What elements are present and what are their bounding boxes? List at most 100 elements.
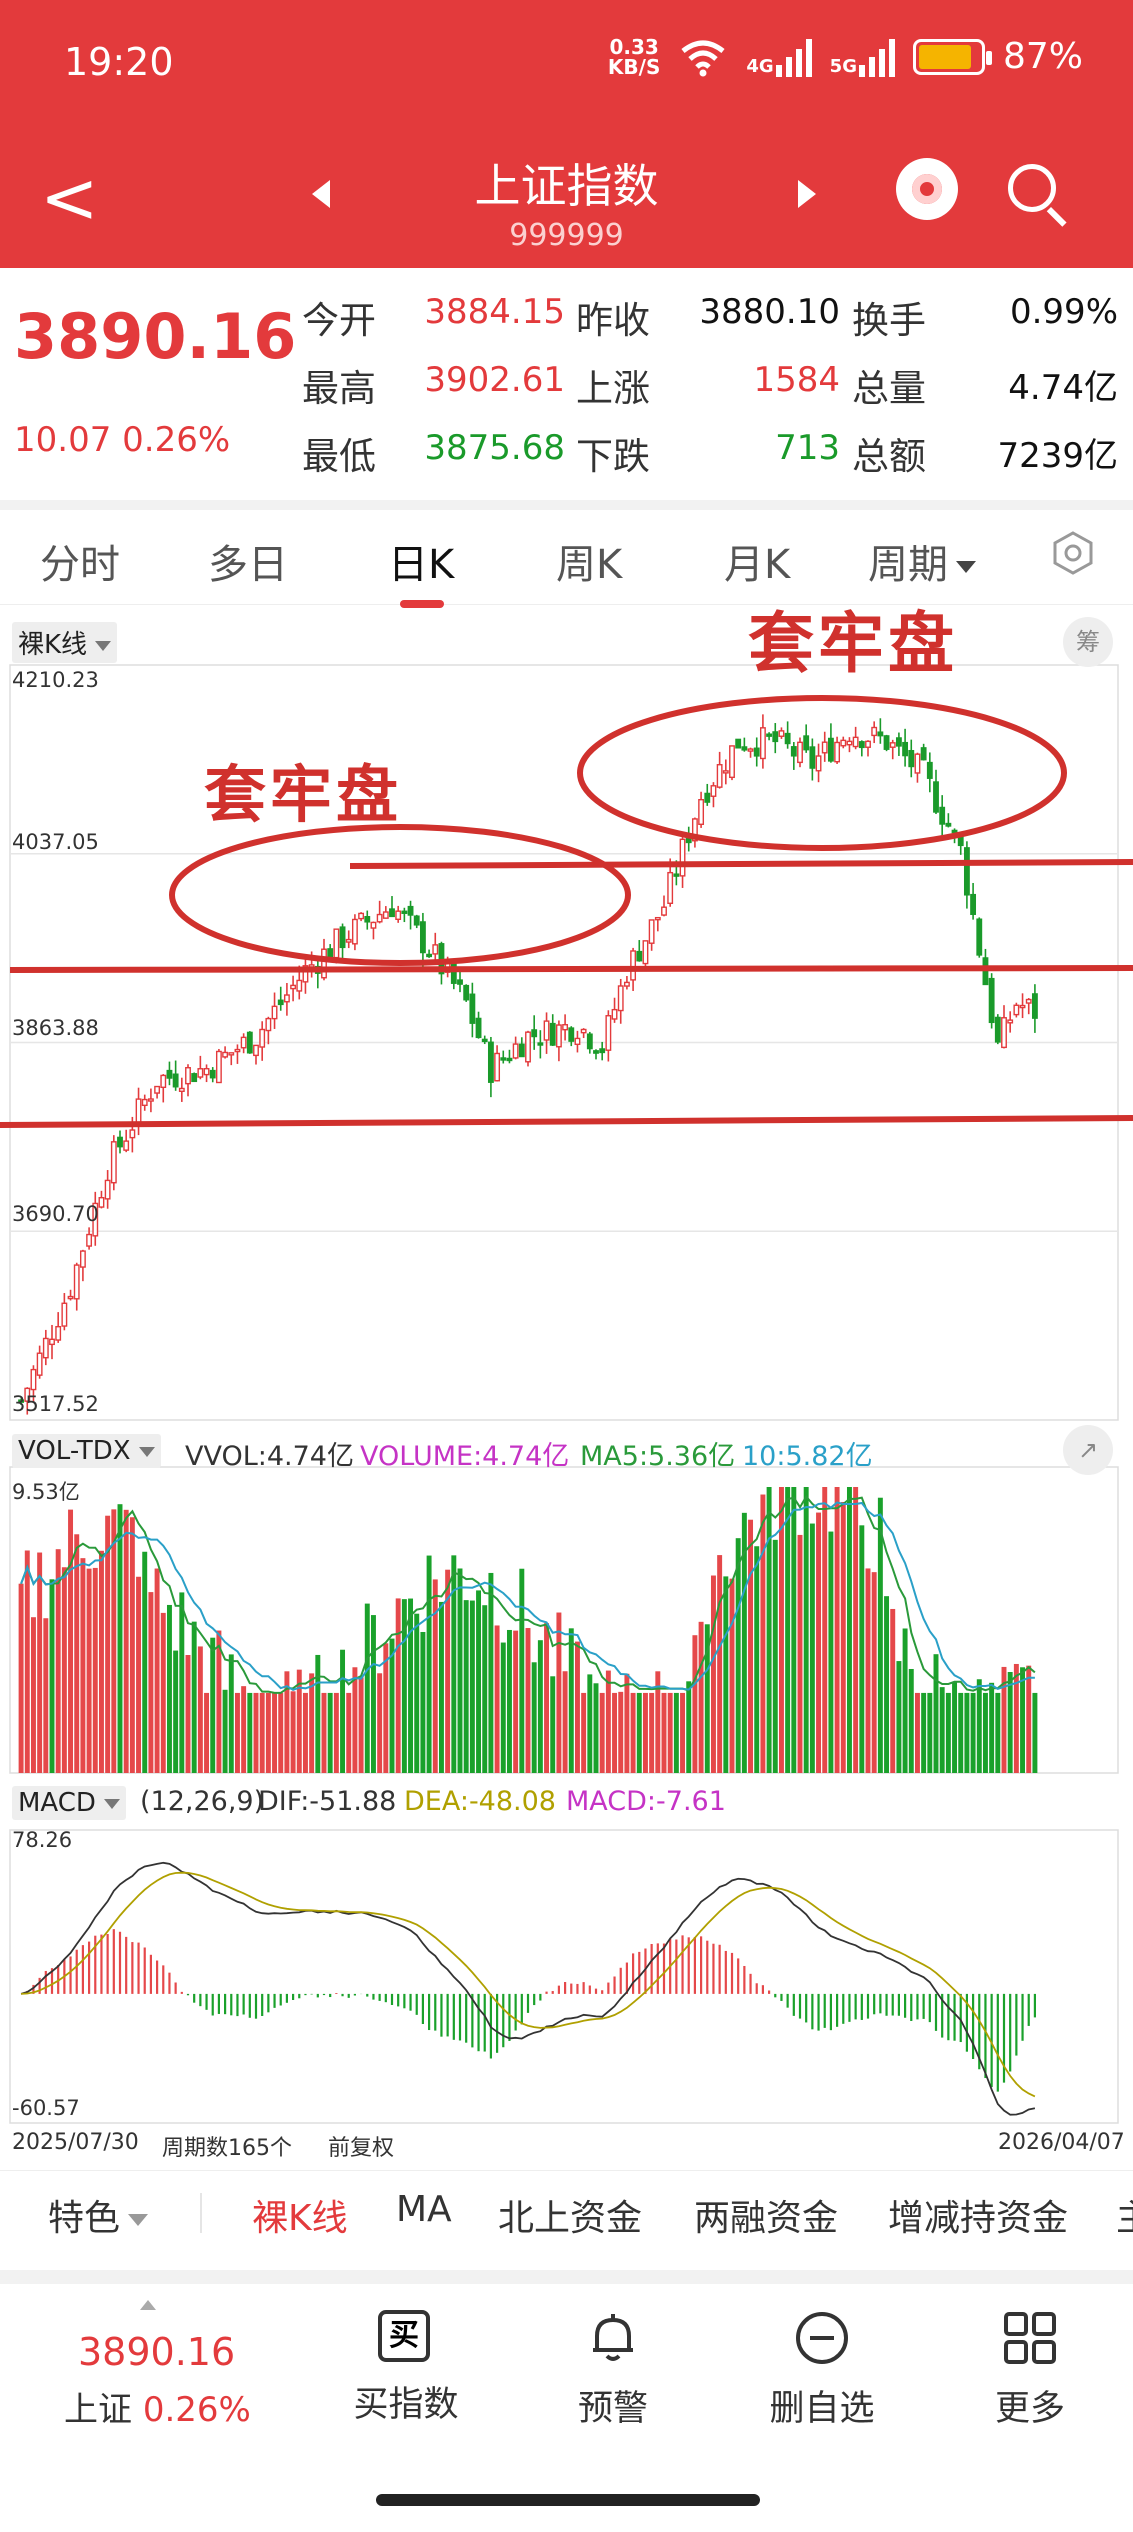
remove-watchlist-button[interactable]: 删自选 (752, 2310, 892, 2431)
volume-bar (822, 1487, 828, 1773)
wifi-icon (681, 40, 725, 76)
volume-bar (698, 1621, 704, 1773)
volume-bar (686, 1681, 692, 1773)
candle-body (246, 1031, 253, 1054)
volume-bar (191, 1621, 197, 1773)
home-indicator[interactable] (376, 2494, 760, 2506)
volume-bar (680, 1692, 686, 1773)
volume-indicator-dropdown[interactable]: VOL-TDX (12, 1434, 161, 1468)
ma5-value: MA5:5.36亿 (580, 1441, 736, 1472)
kline-mode-dropdown[interactable]: 裸K线 (12, 622, 118, 663)
settings-icon[interactable] (1050, 530, 1096, 576)
y-tick-4: 3690.70 (12, 1202, 99, 1226)
volume-bar (340, 1649, 346, 1773)
candle-body (1007, 1019, 1014, 1024)
resistance-line-top (349, 859, 1133, 869)
volume-bar (80, 1558, 86, 1773)
candle-body (871, 726, 878, 737)
candle-body (277, 999, 284, 1006)
candle-body (654, 916, 661, 921)
volume-bar (605, 1670, 611, 1773)
macd-indicator-dropdown[interactable]: MACD (12, 1786, 126, 1820)
volume-bar (290, 1691, 296, 1773)
volume-bar (457, 1568, 463, 1773)
volume-bar (636, 1692, 642, 1773)
volume-bar (865, 1568, 871, 1773)
tab-daily-k[interactable]: 日K (388, 532, 454, 590)
quote-value: 3902.61 (424, 360, 565, 400)
search-icon[interactable] (1008, 164, 1056, 212)
tab-weekly-k[interactable]: 周K (556, 532, 622, 590)
candle-body (110, 1141, 117, 1184)
buy-index-button[interactable]: 买 买指数 (336, 2310, 476, 2427)
assistant-robot-icon[interactable] (896, 158, 958, 220)
alert-button[interactable]: 预警 (543, 2310, 683, 2431)
bottom-index[interactable]: 上证 0.26% (64, 2382, 251, 2431)
volume-bar (500, 1642, 506, 1773)
candle-body (722, 770, 729, 774)
volume-bar (1026, 1665, 1032, 1773)
kline-chart[interactable] (0, 605, 1133, 2165)
tab-feature[interactable]: 特色 (48, 2189, 149, 2241)
tab-margin[interactable]: 两融资金 (694, 2189, 838, 2241)
expand-icon[interactable]: ↗ (1063, 1425, 1113, 1475)
tab-multiday[interactable]: 多日 (208, 532, 288, 590)
chip-distribution-button[interactable]: 筹 (1063, 617, 1113, 667)
volume-bar (692, 1635, 698, 1773)
volume-bar (377, 1673, 383, 1773)
candle-body (203, 1068, 210, 1076)
candle-body (858, 741, 865, 749)
more-button[interactable]: 更多 (960, 2310, 1100, 2431)
chevron-down-icon (128, 2214, 149, 2226)
volume-bar (327, 1692, 333, 1773)
expand-up-icon[interactable] (140, 2300, 156, 2310)
feature-tabs: 特色 裸K线 MA 北上资金 两融资金 增减持资金 主 (0, 2170, 1133, 2250)
tab-northbound[interactable]: 北上资金 (498, 2189, 642, 2241)
tab-holdings-change[interactable]: 增减持资金 (888, 2189, 1068, 2241)
candle-body (593, 1050, 599, 1054)
candle-body (988, 977, 995, 1024)
volume-bar (160, 1612, 166, 1773)
candle-body (790, 746, 797, 757)
candle-body (419, 921, 426, 954)
volume-bar (618, 1691, 624, 1773)
quote-value: 1584 (753, 360, 840, 400)
candle-body (364, 916, 371, 923)
volume-bar (871, 1572, 877, 1773)
next-stock-icon[interactable] (798, 180, 816, 208)
volume-bar (395, 1598, 401, 1773)
candle-body (531, 1029, 538, 1038)
candle-body (605, 1015, 612, 1051)
candle-body (487, 1041, 494, 1083)
volume-bar (43, 1618, 49, 1773)
volume-bar (408, 1598, 414, 1773)
candle-body (889, 742, 896, 748)
grid-icon (1004, 2312, 1056, 2364)
candle-body (283, 994, 290, 1003)
period-tabs: 分时 多日 日K 周K 月K 周期 (0, 500, 1133, 608)
candle-body (957, 836, 964, 847)
volume-bar (476, 1590, 482, 1773)
tab-naked-k[interactable]: 裸K线 (252, 2189, 348, 2241)
quote-label: 上涨 (576, 367, 650, 410)
candle-body (42, 1337, 49, 1359)
tab-more-partial[interactable]: 主 (1116, 2189, 1133, 2241)
tab-period-dropdown[interactable]: 周期 (868, 532, 976, 590)
candle-body (951, 829, 958, 834)
volume-bar (902, 1628, 908, 1773)
tab-monthly-k[interactable]: 月K (724, 532, 790, 590)
volume-bars (18, 1487, 1038, 1773)
tab-intraday[interactable]: 分时 (40, 532, 120, 590)
signal-5g-icon: 5G (830, 37, 895, 77)
candle-body (1019, 1004, 1026, 1009)
volume-bar (247, 1692, 253, 1773)
candle-body (617, 985, 624, 1012)
dea-value: DEA:-48.08 (404, 1786, 556, 1817)
quote-label: 最低 (302, 435, 376, 478)
volume-bar (846, 1487, 852, 1773)
tab-ma[interactable]: MA (396, 2189, 452, 2230)
candle-body (271, 1005, 278, 1020)
volume-bar (791, 1487, 797, 1773)
candle-body (852, 736, 859, 748)
candle-body (729, 745, 735, 779)
